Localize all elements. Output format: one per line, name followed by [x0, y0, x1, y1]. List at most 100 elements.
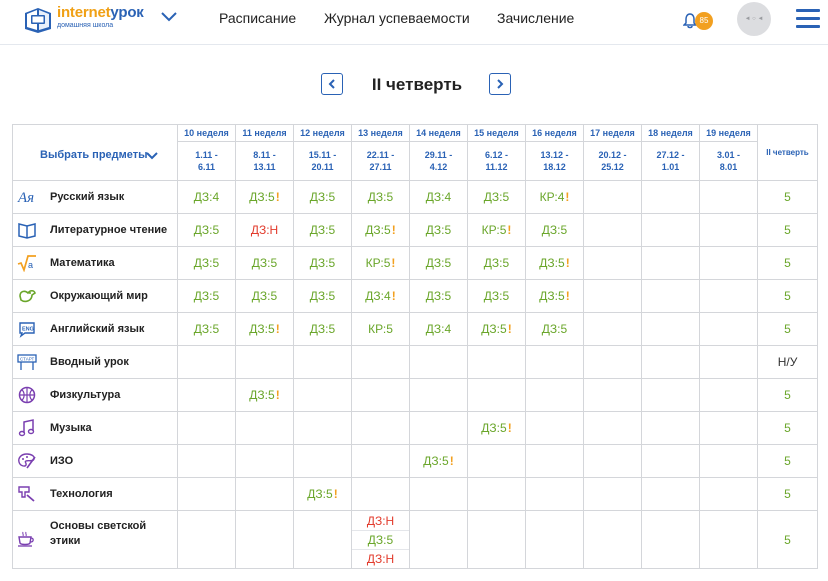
grade-cell[interactable]: ДЗ:5 — [409, 279, 468, 313]
grade-value: ДЗ:5 — [539, 289, 565, 303]
grade-cell — [177, 477, 236, 511]
quarter-grade: 5 — [757, 213, 818, 247]
subject-cell[interactable]: Aя Русский язык — [12, 180, 178, 214]
grade-cell — [177, 345, 236, 379]
subject-cell[interactable]: a Математика — [12, 246, 178, 280]
avatar[interactable]: ◄ ○ ◄ — [737, 2, 771, 36]
grade-cell[interactable]: ДЗ:5! — [235, 378, 294, 412]
grade-cell — [699, 444, 758, 478]
subject-row: Основы светской этики ДЗ:Н ДЗ:5 ДЗ:Н 5 — [12, 510, 818, 569]
grade-cell[interactable]: ДЗ:5 — [293, 279, 352, 313]
next-quarter-button[interactable] — [489, 73, 511, 95]
grade-value: ДЗ:5 — [249, 388, 275, 402]
grade-cell — [641, 411, 700, 445]
grade-cell[interactable]: ДЗ:5! — [467, 411, 526, 445]
grade-cell[interactable]: ДЗ:5! — [525, 279, 584, 313]
grade-cell[interactable]: ДЗ:5 — [525, 213, 584, 247]
grade-cell[interactable]: ДЗ:5 — [467, 279, 526, 313]
subject-cell[interactable]: ENG Английский язык — [12, 312, 178, 346]
subject-name: Музыка — [50, 422, 92, 434]
subject-cell[interactable]: Физкультура — [12, 378, 178, 412]
chevron-down-icon[interactable] — [146, 152, 158, 160]
grade-cell — [351, 477, 410, 511]
grade-cell[interactable]: КР:5! — [467, 213, 526, 247]
grade-cell[interactable]: ДЗ:4 — [409, 180, 468, 214]
grade-value: КР:5 — [481, 223, 507, 237]
grade-cell — [351, 345, 410, 379]
grade-cell — [699, 510, 758, 569]
grade-cell[interactable]: ДЗ:5 — [177, 246, 236, 280]
grade-cell — [583, 213, 642, 247]
grade-cell[interactable]: ДЗ:5 — [235, 279, 294, 313]
grade-cell[interactable]: ДЗ:5 — [177, 312, 236, 346]
grade-cell[interactable]: ДЗ:5 — [409, 213, 468, 247]
warning-icon: ! — [391, 256, 396, 270]
grade-cell — [409, 378, 468, 412]
subject-cell[interactable]: Технология — [12, 477, 178, 511]
chevron-left-icon — [328, 79, 335, 89]
warning-icon: ! — [275, 190, 280, 204]
grade-cell[interactable]: ДЗ:5! — [467, 312, 526, 346]
quarter-title: II четверть — [371, 75, 463, 94]
subject-name: Вводный урок — [50, 356, 129, 368]
svg-text:ENG: ENG — [22, 327, 34, 333]
grade-cell — [177, 444, 236, 478]
subject-cell[interactable]: Литературное чтение — [12, 213, 178, 247]
grade-cell[interactable]: ДЗ:5! — [351, 213, 410, 247]
week-dates: 8.11 -13.11 — [235, 141, 294, 181]
warning-icon: ! — [391, 289, 396, 303]
menu-burger-icon[interactable] — [796, 8, 820, 30]
subject-cell[interactable]: Музыка — [12, 411, 178, 445]
grade-cell[interactable]: ДЗ:5 — [293, 213, 352, 247]
grade-cell[interactable]: ДЗ:5! — [525, 246, 584, 280]
grade-cell[interactable]: ДЗ:5 — [409, 246, 468, 280]
subject-cell[interactable]: ИЗО — [12, 444, 178, 478]
grade-value: ДЗ:Н — [250, 223, 279, 237]
grade-cell[interactable]: ДЗ:5 — [293, 246, 352, 280]
quarter-grade: 5 — [757, 510, 818, 569]
grade-cell — [641, 378, 700, 412]
grade-value: ДЗ:5 — [425, 256, 452, 270]
grade-cell[interactable]: ДЗ:5 — [467, 180, 526, 214]
grade-value: ДЗ:5 — [193, 256, 220, 270]
select-subjects-link[interactable]: Выбрать предметы — [40, 149, 148, 161]
grade-cell[interactable]: ДЗ:5 — [177, 279, 236, 313]
grade-cell[interactable]: ДЗ:Н ДЗ:5 ДЗ:Н — [351, 510, 410, 569]
nav-enrollment[interactable]: Зачисление — [497, 10, 574, 26]
grade-cell[interactable]: КР:4! — [525, 180, 584, 214]
grade-cell[interactable]: ДЗ:5! — [235, 312, 294, 346]
grade-cell[interactable]: ДЗ:5 — [235, 246, 294, 280]
subject-cell[interactable]: СТАРТ Вводный урок — [12, 345, 178, 379]
subject-cell[interactable]: Окружающий мир — [12, 279, 178, 313]
logo[interactable]: internetурок домашняя школа — [22, 3, 152, 39]
grade-cell[interactable]: ДЗ:5 — [525, 312, 584, 346]
grade-cell[interactable]: ДЗ:Н — [235, 213, 294, 247]
grade-cell[interactable]: ДЗ:5 — [177, 213, 236, 247]
grade-cell — [293, 411, 352, 445]
grade-cell[interactable]: ДЗ:5 — [467, 246, 526, 280]
grade-value: ДЗ:5 — [367, 190, 394, 204]
grade-cell[interactable]: ДЗ:5 — [351, 180, 410, 214]
nav-gradebook[interactable]: Журнал успеваемости — [324, 10, 470, 26]
quarter-grade: 5 — [757, 378, 818, 412]
russian-language-icon: Aя — [17, 188, 37, 206]
grade-cell[interactable]: КР:5 — [351, 312, 410, 346]
nav-schedule[interactable]: Расписание — [219, 10, 296, 26]
grade-value: ДЗ:4 — [193, 190, 220, 204]
grade-cell[interactable]: ДЗ:5! — [293, 477, 352, 511]
quarter-grade: 5 — [757, 312, 818, 346]
prev-quarter-button[interactable] — [321, 73, 343, 95]
grade-cell[interactable]: ДЗ:4 — [177, 180, 236, 214]
grade-cell[interactable]: ДЗ:5! — [409, 444, 468, 478]
warning-icon: ! — [449, 454, 454, 468]
grade-cell[interactable]: ДЗ:5! — [235, 180, 294, 214]
grade-cell[interactable]: ДЗ:4! — [351, 279, 410, 313]
chevron-down-icon[interactable] — [160, 11, 178, 23]
grade-cell[interactable]: ДЗ:5 — [293, 180, 352, 214]
grade-cell[interactable]: КР:5! — [351, 246, 410, 280]
grade-cell[interactable]: ДЗ:4 — [409, 312, 468, 346]
warning-icon: ! — [333, 487, 338, 501]
grade-cell[interactable]: ДЗ:5 — [293, 312, 352, 346]
grade-value: ДЗ:5 — [365, 223, 391, 237]
subject-cell[interactable]: Основы светской этики — [12, 510, 178, 569]
